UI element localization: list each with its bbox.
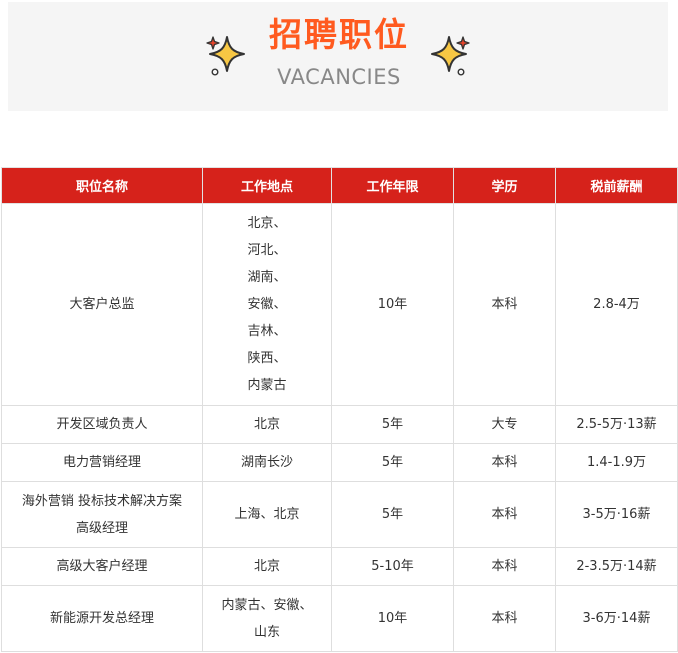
position-cell: 大客户总监	[1, 203, 203, 406]
education-cell: 本科	[453, 203, 556, 406]
salary-cell: 3-5万·16薪	[555, 481, 678, 548]
table-row: 电力营销经理 湖南长沙 5年 本科 1.4-1.9万	[1, 443, 678, 482]
years-cell: 10年	[331, 585, 454, 652]
education-cell: 本科	[453, 547, 556, 586]
location-cell: 湖南长沙	[202, 443, 332, 482]
banner-subtitle: VACANCIES	[277, 65, 401, 89]
table-row: 海外营销 投标技术解决方案 高级经理 上海、北京 5年 本科 3-5万·16薪	[1, 481, 678, 548]
salary-cell: 2.8-4万	[555, 203, 678, 406]
table-row: 新能源开发总经理 内蒙古、安徽、 山东 10年 本科 3-6万·14薪	[1, 585, 678, 652]
years-cell: 5年	[331, 481, 454, 548]
years-cell: 5-10年	[331, 547, 454, 586]
education-cell: 大专	[453, 405, 556, 444]
years-cell: 5年	[331, 405, 454, 444]
position-line: 高级经理	[75, 520, 128, 536]
salary-cell: 3-6万·14薪	[555, 585, 678, 652]
location-line: 北京、	[247, 216, 287, 231]
location-line: 内蒙古	[247, 378, 287, 393]
location-cell: 内蒙古、安徽、 山东	[202, 585, 332, 652]
position-line: 海外营销 投标技术解决方案	[21, 493, 183, 509]
position-cell: 电力营销经理	[1, 443, 203, 482]
position-cell: 开发区域负责人	[1, 405, 203, 444]
location-line: 湖南、	[247, 270, 287, 285]
table-header-row: 职位名称 工作地点 工作年限 学历 税前薪酬	[1, 167, 678, 204]
position-cell: 新能源开发总经理	[1, 585, 203, 652]
years-cell: 10年	[331, 203, 454, 406]
header-position: 职位名称	[1, 167, 203, 204]
location-cell: 北京	[202, 405, 332, 444]
years-cell: 5年	[331, 443, 454, 482]
banner-title: 招聘职位	[269, 15, 409, 54]
header-years: 工作年限	[331, 167, 454, 204]
salary-cell: 1.4-1.9万	[555, 443, 678, 482]
education-cell: 本科	[453, 443, 556, 482]
location-line: 陕西、	[247, 351, 287, 366]
location-line: 吉林、	[247, 324, 287, 339]
table-row: 大客户总监 北京、 河北、 湖南、 安徽、 吉林、 陕西、 内蒙古 10年 本科…	[1, 203, 678, 406]
education-cell: 本科	[453, 585, 556, 652]
location-cell: 北京、 河北、 湖南、 安徽、 吉林、 陕西、 内蒙古	[202, 203, 332, 406]
location-line: 山东	[253, 624, 280, 640]
location-cell: 上海、北京	[202, 481, 332, 548]
table-row: 高级大客户经理 北京 5-10年 本科 2-3.5万·14薪	[1, 547, 678, 586]
salary-cell: 2.5-5万·13薪	[555, 405, 678, 444]
salary-cell: 2-3.5万·14薪	[555, 547, 678, 586]
location-line: 安徽、	[247, 297, 287, 312]
header-salary: 税前薪酬	[555, 167, 678, 204]
vacancies-table: 职位名称 工作地点 工作年限 学历 税前薪酬 大客户总监 北京、 河北、 湖南、…	[1, 167, 678, 652]
education-cell: 本科	[453, 481, 556, 548]
table-row: 开发区域负责人 北京 5年 大专 2.5-5万·13薪	[1, 405, 678, 444]
position-cell: 海外营销 投标技术解决方案 高级经理	[1, 481, 203, 548]
location-cell: 北京	[202, 547, 332, 586]
position-cell: 高级大客户经理	[1, 547, 203, 586]
location-line: 内蒙古、安徽、	[221, 597, 313, 613]
location-line: 河北、	[247, 243, 287, 258]
header-education: 学历	[453, 167, 556, 204]
header-location: 工作地点	[202, 167, 332, 204]
